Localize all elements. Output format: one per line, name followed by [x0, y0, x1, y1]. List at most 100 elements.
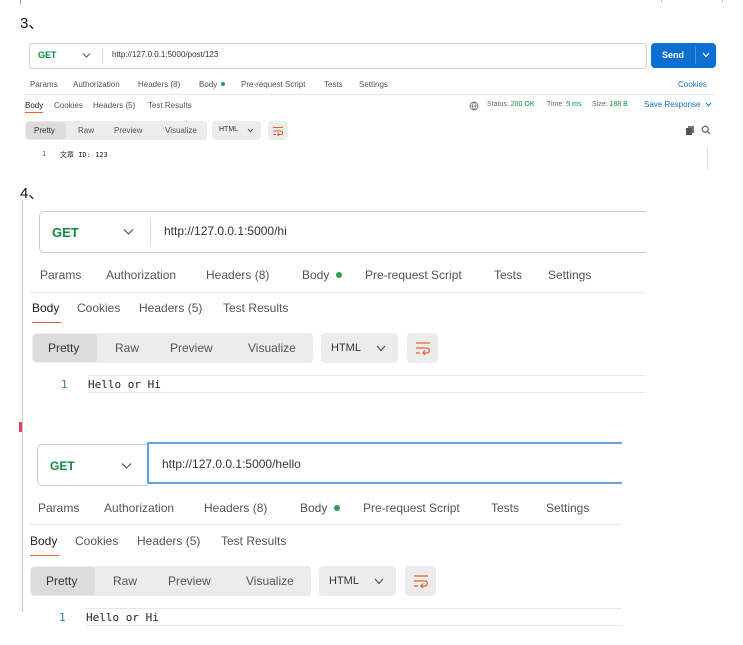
step3-method[interactable]: GET — [38, 50, 57, 60]
req1-resp-tab-headers[interactable]: Headers (5) — [139, 301, 202, 315]
top-right-mark — [661, 0, 723, 2]
req2-resp-tab-headers[interactable]: Headers (5) — [137, 534, 200, 548]
req2-tabs-divider — [29, 524, 622, 525]
step3-tab-body-label: Body — [199, 80, 218, 89]
top-left-mark — [20, 0, 21, 4]
req1-view-pretty-label: Pretty — [48, 341, 80, 355]
req2-tab-headers[interactable]: Headers (8) — [204, 501, 267, 515]
step3-view-pretty[interactable]: Pretty — [26, 122, 66, 139]
req2-tab-prerequest[interactable]: Pre-request Script — [363, 501, 460, 515]
req2-view-pretty[interactable]: Pretty — [31, 567, 95, 595]
req1-tab-params[interactable]: Params — [40, 268, 81, 282]
req1-wrap-button[interactable] — [407, 333, 438, 363]
req2-view-raw[interactable]: Raw — [113, 574, 137, 588]
req1-response-content: Hello or Hi — [88, 378, 161, 391]
req1-editor-bottom-rule — [88, 392, 645, 393]
globe-icon[interactable] — [469, 101, 479, 111]
req1-view-pretty[interactable]: Pretty — [33, 334, 97, 362]
req2-tab-tests[interactable]: Tests — [491, 501, 519, 515]
req1-method[interactable]: GET — [52, 225, 79, 240]
req2-resp-tab-tests[interactable]: Test Results — [221, 534, 286, 548]
chevron-down-icon — [374, 578, 384, 585]
req2-resp-tab-cookies[interactable]: Cookies — [75, 534, 118, 548]
req2-format-select[interactable]: HTML — [319, 566, 396, 596]
save-response-button[interactable]: Save Response — [644, 100, 712, 109]
req2-tab-body-label: Body — [300, 501, 328, 515]
req1-tab-tests[interactable]: Tests — [494, 268, 522, 282]
step3-scrollbar[interactable] — [707, 148, 708, 170]
req1-tab-settings[interactable]: Settings — [548, 268, 591, 282]
req2-format-label: HTML — [329, 575, 359, 587]
step3-tab-settings[interactable]: Settings — [359, 80, 388, 89]
step3-request-bar: GET http://127.0.0.1:5000/post/123 — [29, 43, 647, 69]
send-button[interactable]: Send — [651, 43, 716, 68]
req1-view-raw[interactable]: Raw — [115, 341, 139, 355]
req1-tab-headers[interactable]: Headers (8) — [206, 268, 269, 282]
send-divider — [695, 47, 696, 64]
step3-view-raw[interactable]: Raw — [78, 126, 94, 135]
body-dot-icon — [333, 505, 340, 511]
body-dot-icon — [221, 82, 226, 86]
req1-line-number: 1 — [61, 378, 68, 391]
step4-red-marker — [19, 422, 22, 432]
step4-label: 4、 — [20, 185, 44, 202]
req2-wrap-button[interactable] — [405, 566, 436, 596]
step3-tab-headers[interactable]: Headers (8) — [138, 80, 180, 89]
body-dot-icon — [335, 272, 342, 278]
req2-tab-params[interactable]: Params — [38, 501, 79, 515]
req2-tab-authorization[interactable]: Authorization — [104, 501, 174, 515]
step3-tab-tests[interactable]: Tests — [324, 80, 343, 89]
req2-tab-settings[interactable]: Settings — [546, 501, 589, 515]
step3-view-visualize[interactable]: Visualize — [165, 126, 197, 135]
req2-url-input[interactable]: http://127.0.0.1:5000/hello — [162, 457, 301, 471]
req2-line-number: 1 — [59, 611, 66, 624]
step3-tab-prerequest[interactable]: Pre-request Script — [241, 80, 305, 89]
chevron-down-icon[interactable] — [123, 228, 134, 236]
req2-tab-body[interactable]: Body — [300, 501, 340, 515]
req2-url-input-box[interactable]: http://127.0.0.1:5000/hello — [147, 442, 622, 484]
step3-tab-authorization[interactable]: Authorization — [73, 80, 120, 89]
req2-resp-tab-underline — [30, 555, 59, 556]
req1-tab-authorization[interactable]: Authorization — [106, 268, 176, 282]
req1-resp-tab-cookies[interactable]: Cookies — [77, 301, 120, 315]
step3-view-preview[interactable]: Preview — [114, 126, 142, 135]
req1-resp-tab-body[interactable]: Body — [32, 301, 59, 315]
step3-resp-tab-headers[interactable]: Headers (5) — [93, 101, 135, 110]
req1-tab-body[interactable]: Body — [302, 268, 342, 282]
step3-tab-params[interactable]: Params — [30, 80, 58, 89]
chevron-down-icon[interactable] — [702, 52, 710, 58]
step3-label: 3、 — [20, 15, 44, 32]
step3-wrap-button[interactable] — [268, 121, 288, 140]
status-label: Status: — [487, 101, 509, 108]
step3-view-pretty-label: Pretty — [34, 126, 55, 135]
search-icon[interactable] — [701, 125, 711, 135]
size-text: Size: 188 B — [592, 101, 628, 108]
copy-icon[interactable] — [685, 125, 695, 135]
req1-view-preview[interactable]: Preview — [170, 341, 213, 355]
chevron-down-icon[interactable] — [82, 52, 91, 59]
req1-url-input[interactable]: http://127.0.0.1:5000/hi — [164, 224, 287, 238]
step3-tab-body[interactable]: Body — [199, 80, 226, 89]
step3-resp-tab-cookies[interactable]: Cookies — [54, 101, 83, 110]
req2-method[interactable]: GET — [50, 459, 75, 473]
chevron-down-icon[interactable] — [121, 462, 132, 470]
step3-resp-tab-tests[interactable]: Test Results — [148, 101, 192, 110]
send-label: Send — [662, 50, 685, 60]
req1-tab-prerequest[interactable]: Pre-request Script — [365, 268, 462, 282]
req1-format-select[interactable]: HTML — [321, 333, 398, 363]
wrap-icon — [416, 342, 430, 355]
cookies-link[interactable]: Cookies — [678, 80, 707, 89]
step3-resp-tab-headers-label: Headers (5) — [93, 101, 136, 110]
req1-resp-tab-tests[interactable]: Test Results — [223, 301, 288, 315]
step3-url-input[interactable]: http://127.0.0.1:5000/post/123 — [112, 50, 218, 59]
chevron-down-icon — [705, 102, 712, 107]
wrap-icon — [414, 575, 428, 588]
req2-resp-tab-body[interactable]: Body — [30, 534, 57, 548]
req2-view-preview[interactable]: Preview — [168, 574, 211, 588]
step3-format-select[interactable]: HTML — [212, 121, 261, 140]
step3-resp-tab-body[interactable]: Body — [25, 101, 43, 110]
req1-view-visualize[interactable]: Visualize — [248, 341, 296, 355]
status-value: 200 OK — [510, 101, 535, 108]
req2-view-visualize[interactable]: Visualize — [246, 574, 294, 588]
step3-method-divider — [102, 48, 103, 64]
